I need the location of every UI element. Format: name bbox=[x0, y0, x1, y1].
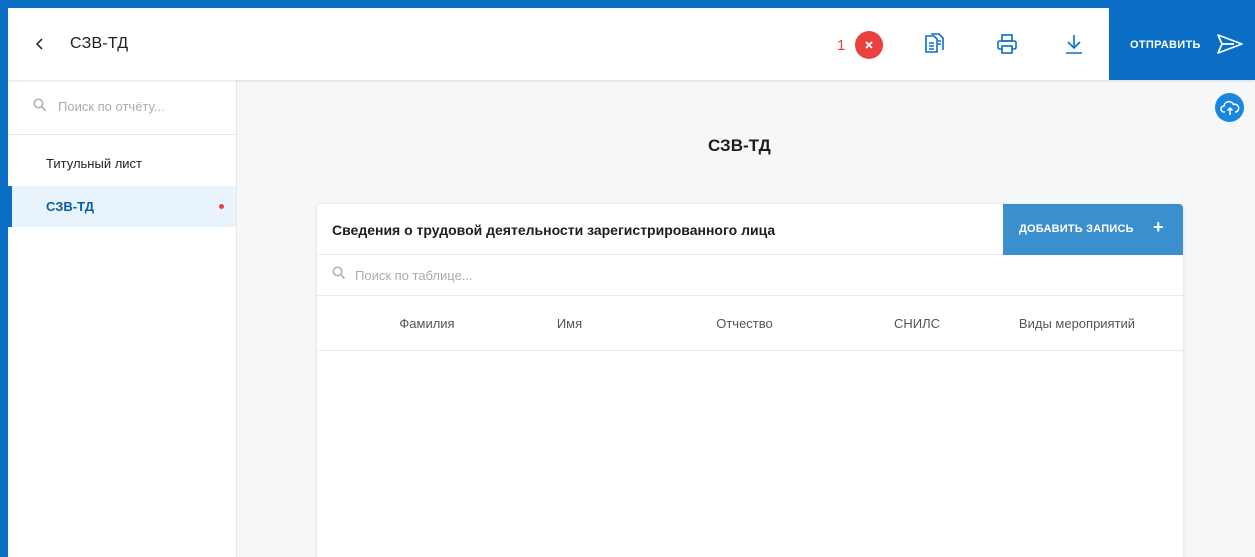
records-card: Сведения о трудовой деятельности зарегис… bbox=[317, 204, 1183, 557]
column-header-name[interactable]: Имя bbox=[497, 296, 642, 351]
table-header: Фамилия Имя Отчество СНИЛС Виды мероприя… bbox=[317, 296, 1183, 351]
column-header-event-types[interactable]: Виды мероприятий bbox=[1017, 296, 1137, 351]
sidebar-item-label: СЗВ-ТД bbox=[46, 199, 94, 214]
chevron-left-icon bbox=[35, 38, 43, 50]
cloud-upload-button[interactable] bbox=[1215, 93, 1244, 122]
error-count: 1 bbox=[837, 37, 846, 54]
column-header-patronymic[interactable]: Отчество bbox=[662, 296, 827, 351]
plus-icon: + bbox=[1153, 217, 1164, 237]
download-icon bbox=[1066, 35, 1082, 54]
page-title: СЗВ-ТД bbox=[708, 136, 771, 155]
sidebar-item-label: Титульный лист bbox=[46, 156, 143, 171]
report-title: СЗВ-ТД bbox=[70, 35, 129, 52]
back-button[interactable] bbox=[30, 34, 50, 54]
search-icon bbox=[33, 98, 47, 112]
add-record-button[interactable]: ДОБАВИТЬ ЗАПИСЬ + bbox=[1003, 204, 1183, 255]
copy-button[interactable] bbox=[920, 30, 948, 58]
table-search-input[interactable] bbox=[355, 265, 655, 285]
top-header: СЗВ-ТД 1 ОТПРАВИТЬ bbox=[8, 8, 1255, 80]
send-icon bbox=[1217, 34, 1243, 54]
add-record-label: ДОБАВИТЬ ЗАПИСЬ bbox=[1019, 223, 1134, 235]
sidebar: Титульный лист СЗВ-ТД bbox=[8, 80, 237, 557]
card-title: Сведения о трудовой деятельности зарегис… bbox=[332, 222, 776, 238]
close-icon bbox=[865, 41, 873, 49]
table-search bbox=[317, 255, 1183, 296]
send-label: ОТПРАВИТЬ bbox=[1130, 39, 1201, 51]
send-button[interactable]: ОТПРАВИТЬ bbox=[1109, 8, 1255, 80]
sidebar-search bbox=[8, 80, 236, 135]
app-frame: СЗВ-ТД 1 ОТПРАВИТЬ Поиск по отчёту... Ти… bbox=[8, 8, 1255, 557]
search-icon bbox=[332, 266, 346, 280]
sidebar-item-szv-td[interactable]: СЗВ-ТД bbox=[8, 186, 236, 227]
download-button[interactable] bbox=[1060, 30, 1088, 58]
errors-button[interactable] bbox=[855, 31, 883, 59]
column-header-surname[interactable]: Фамилия bbox=[337, 296, 517, 351]
error-indicator-dot bbox=[219, 204, 224, 209]
column-header-snils[interactable]: СНИЛС bbox=[847, 296, 987, 351]
copy-document-icon bbox=[925, 33, 944, 53]
sidebar-item-title-page[interactable]: Титульный лист bbox=[8, 143, 236, 184]
cloud-upload-icon bbox=[1219, 100, 1239, 115]
sidebar-search-input[interactable] bbox=[58, 96, 223, 116]
card-header: Сведения о трудовой деятельности зарегис… bbox=[317, 204, 1183, 255]
print-button[interactable] bbox=[993, 30, 1021, 58]
print-icon bbox=[997, 34, 1017, 54]
